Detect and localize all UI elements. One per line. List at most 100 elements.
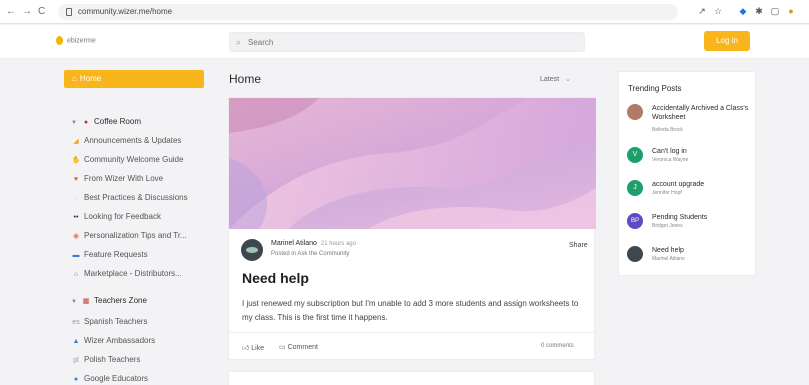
avatar: V (627, 147, 643, 163)
trending-item-author: Bridget Jones (652, 223, 683, 229)
school-icon: ▦ (82, 298, 90, 305)
sidebar-item-label: Polish Teachers (84, 355, 141, 364)
sort-dropdown[interactable]: Latest ⌄ (540, 75, 571, 83)
list-icon: ▬ (72, 252, 80, 259)
circle-icon: ● (73, 376, 79, 383)
palette-icon: ◉ (72, 233, 80, 240)
forward-icon[interactable]: → (22, 5, 32, 19)
window-icon[interactable]: ▢ (770, 6, 780, 16)
post-author[interactable]: Marinel Atilano 21 hours ago (271, 240, 356, 247)
back-icon[interactable]: ← (6, 5, 16, 19)
avatar (627, 104, 643, 120)
sidebar-item-google-educators[interactable]: ● Google Educators (71, 372, 148, 385)
trending-item-title[interactable]: account upgrade (652, 180, 752, 189)
sidebar-item-feature-requests[interactable]: ▬ Feature Requests (71, 248, 148, 262)
sidebar-item-label: Community Welcome Guide (84, 155, 184, 164)
browser-chrome: ← → C community.wizer.me/home ↗ ☆ ◆ ✱ ▢ … (0, 0, 809, 24)
trending-item-title[interactable]: Accidentally Archived a Class's Workshee… (652, 104, 752, 122)
profile-icon[interactable]: ● (786, 6, 796, 16)
trending-item-title[interactable]: Need help (652, 246, 752, 255)
post-card[interactable]: Marinel Atilano 21 hours ago Posted in As… (228, 97, 596, 360)
trending-item-author: Belinda Brock (652, 127, 683, 133)
avatar: BP (627, 213, 643, 229)
posted-in[interactable]: Posted in Ask the Community (271, 251, 349, 257)
trending-item-author: Jennifer Hopf (652, 190, 682, 196)
sidebar-item-feedback[interactable]: •• Looking for Feedback (71, 210, 161, 224)
logo[interactable]: ebizerme (56, 36, 96, 45)
reload-icon[interactable]: C (38, 5, 45, 19)
search-input[interactable] (248, 38, 548, 47)
page-title: Home (229, 72, 262, 86)
post-card[interactable] (228, 371, 595, 385)
sidebar-item-label: Best Practices & Discussions (84, 193, 188, 202)
sidebar-item-announcements[interactable]: ◢ Announcements & Updates (71, 134, 181, 148)
post-title[interactable]: Need help (242, 270, 309, 286)
sidebar-item-ambassadors[interactable]: ▲ Wizer Ambassadors (71, 334, 156, 348)
sidebar-section-teachers-zone[interactable]: ▼ ▦ Teachers Zone (71, 294, 147, 308)
author-name[interactable]: Marinel Atilano (271, 240, 317, 247)
logo-text: ebizerme (66, 37, 96, 45)
logo-mark-icon (56, 36, 63, 45)
sidebar-item-welcome-guide[interactable]: ✋ Community Welcome Guide (71, 153, 184, 167)
search-icon: ⌕ (236, 37, 242, 47)
trending-item-title[interactable]: Pending Students (652, 213, 752, 222)
sidebar-item-label: Marketplace - Distributors... (84, 269, 182, 278)
like-button[interactable]: 👍︎ Like (242, 343, 264, 352)
sidebar-item-label: Personalization Tips and Tr... (84, 231, 187, 240)
comment-button[interactable]: ▭ Comment (279, 343, 318, 351)
sort-label: Latest (540, 76, 560, 83)
sidebar-item-spanish-teachers[interactable]: es Spanish Teachers (71, 315, 147, 329)
comments-count[interactable]: 0 comments (541, 343, 574, 349)
sidebar-section-coffee-room[interactable]: ▼ ● Coffee Room (71, 115, 141, 129)
post-time: 21 hours ago (320, 241, 356, 247)
puzzle-icon[interactable]: ✱ (754, 6, 764, 16)
chevron-down-icon: ⌄ (565, 76, 571, 83)
section-title: Teachers Zone (94, 296, 147, 305)
trending-item-title[interactable]: Can't log in (652, 147, 752, 156)
section-title: Coffee Room (94, 117, 141, 126)
divider (229, 332, 596, 333)
author-avatar[interactable] (241, 239, 263, 261)
thumbs-up-icon: 👍︎ (242, 345, 250, 352)
sidebar-item-label: Google Educators (84, 374, 149, 383)
megaphone-icon: ◢ (73, 138, 79, 145)
flag-icon: pl (73, 357, 79, 364)
lock-icon (66, 8, 72, 16)
bookmark-star-icon[interactable]: ☆ (713, 6, 723, 16)
trending-posts-panel: Trending Posts Accidentally Archived a C… (618, 71, 756, 276)
sidebar-item-label: Feature Requests (84, 250, 148, 259)
address-bar[interactable]: community.wizer.me/home (58, 4, 678, 20)
extension-icon[interactable]: ◆ (738, 6, 748, 16)
circle-icon: ○ (73, 195, 79, 202)
avatar (627, 246, 643, 262)
sidebar-item-label: Home (79, 74, 102, 83)
home-icon: ⌂ (72, 74, 77, 83)
sidebar-item-label: Announcements & Updates (84, 136, 182, 145)
heart-icon: ♥ (73, 176, 79, 183)
login-button[interactable]: Log in (704, 31, 750, 51)
sidebar-item-label: Looking for Feedback (84, 212, 161, 221)
sidebar-item-label: Spanish Teachers (84, 317, 148, 326)
url-text: community.wizer.me/home (78, 7, 173, 16)
post-cover-image (229, 98, 596, 229)
trending-item-author: Veronica Wayne (652, 157, 689, 163)
trending-item-author: Marinel Atilano (652, 256, 685, 262)
person-icon: ▲ (72, 338, 80, 345)
sidebar-item-from-wizer[interactable]: ♥ From Wizer With Love (71, 172, 163, 186)
sidebar-item-personalization[interactable]: ◉ Personalization Tips and Tr... (71, 229, 187, 243)
chevron-down-icon: ▼ (71, 299, 77, 305)
site-header: ebizerme ⌕ Log in (0, 25, 809, 59)
trending-title: Trending Posts (628, 84, 682, 93)
avatar: J (627, 180, 643, 196)
sidebar-item-home[interactable]: ⌂ Home (64, 70, 204, 88)
sidebar-item-polish-teachers[interactable]: pl Polish Teachers (71, 353, 140, 367)
search-box[interactable]: ⌕ (229, 32, 585, 52)
comment-label: Comment (287, 344, 318, 351)
flag-icon: es (72, 319, 80, 326)
sidebar-item-label: Wizer Ambassadors (84, 336, 156, 345)
share-button[interactable]: Share (569, 242, 588, 249)
sidebar-item-marketplace[interactable]: ⌂ Marketplace - Distributors... (71, 267, 182, 281)
hand-icon: ✋ (71, 157, 81, 164)
sidebar-item-best-practices[interactable]: ○ Best Practices & Discussions (71, 191, 188, 205)
share-icon[interactable]: ↗ (697, 6, 707, 16)
